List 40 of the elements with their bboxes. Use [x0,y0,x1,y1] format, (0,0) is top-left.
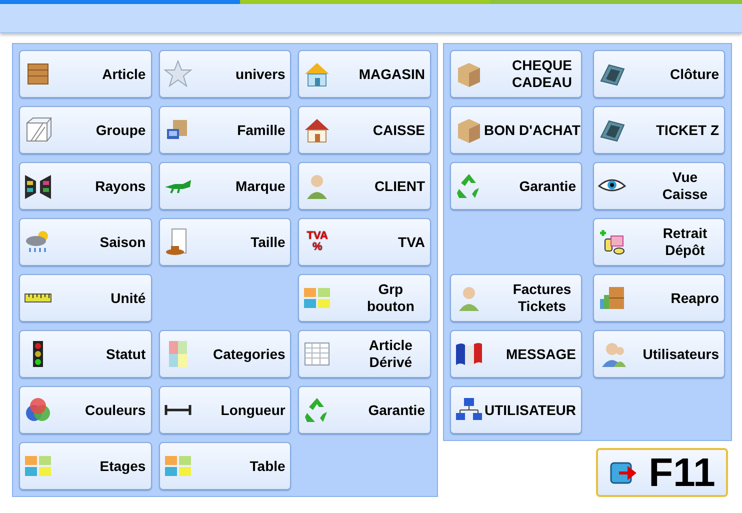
menu-tile-button[interactable]: Utilisateurs [593,330,725,378]
menu-tile-button[interactable]: Statut [19,330,152,378]
menu-tile-button[interactable]: BON D'ACHAT [450,106,582,154]
menu-tile-button[interactable]: Rayons [19,162,152,210]
menu-tile-button[interactable]: Article [19,50,152,98]
menu-tile-button[interactable]: Vue Caisse [593,162,725,210]
menu-tile-button[interactable]: Groupe [19,106,152,154]
menu-tile-button[interactable]: Garantie [450,162,582,210]
menu-tile-button[interactable]: Categories [158,330,292,378]
menu-tile-button[interactable]: univers [158,50,292,98]
dimension-line-icon [164,404,192,416]
menu-tile-button[interactable]: Etages [19,442,152,490]
menu-tile-button[interactable]: Couleurs [19,386,152,434]
exit-button[interactable]: F11 [596,448,728,497]
menu-tile-button[interactable]: Saison [19,218,152,266]
menu-tile-button[interactable]: MESSAGE [450,330,582,378]
menu-tile-button[interactable]: Garantie [298,386,431,434]
menu-tile-button[interactable]: CLIENT [298,162,431,210]
menu-tile-button[interactable]: Reapro [593,274,725,322]
menu-tile-button[interactable]: Grp bouton [298,274,431,322]
menu-tile-button[interactable]: Unité [19,274,152,322]
menu-tile-button[interactable]: Famille [158,106,292,154]
menu-tile-button[interactable]: Longueur [158,386,292,434]
menu-tile-button[interactable]: Clôture [593,50,725,98]
menu-tile-button[interactable]: Factures Tickets [450,274,582,322]
menu-tile-button[interactable]: MAGASIN [298,50,431,98]
tax-percent-icon: TVA % [302,231,332,253]
crocodile-icon [164,178,192,194]
star-icon [162,59,193,89]
menu-tile-button[interactable]: CHEQUE CADEAU [450,50,582,98]
menu-tile-button[interactable]: TICKET Z [593,106,725,154]
menu-tile-button[interactable]: Table [158,442,292,490]
menu-tile-button[interactable]: Retrait Dépôt [593,218,725,266]
menu-tile-button[interactable]: TVA % TVA [298,218,431,266]
menu-tile-button[interactable]: Marque [158,162,292,210]
menu-tile-button[interactable]: UTILISATEUR [450,386,582,434]
ruler-icon [24,293,52,303]
menu-tile-button[interactable]: Article Dérivé [298,330,431,378]
menu-tile-button[interactable]: CAISSE [298,106,431,154]
menu-tile-button[interactable]: Taille [158,218,292,266]
